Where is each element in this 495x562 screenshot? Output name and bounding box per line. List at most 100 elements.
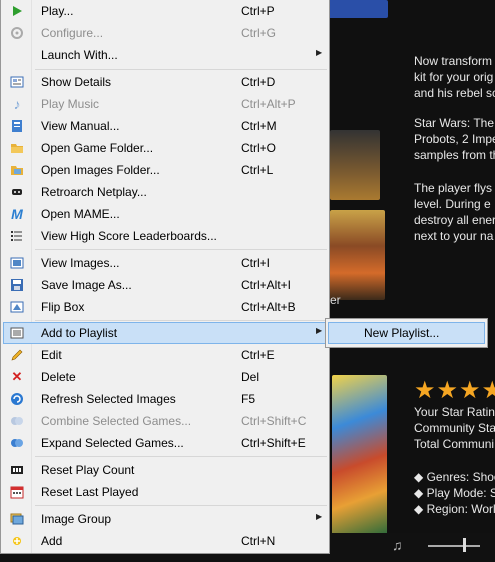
expand-icon <box>9 435 25 451</box>
menu-item-label: Configure... <box>41 26 104 40</box>
menu-item-expand-selected-games[interactable]: Expand Selected Games... Ctrl+Shift+E <box>3 432 328 454</box>
mame-icon: M <box>11 206 23 222</box>
menu-item-reset-play-count[interactable]: Reset Play Count <box>3 459 328 481</box>
menu-item-retroarch-netplay[interactable]: Retroarch Netplay... <box>3 181 328 203</box>
volume-slider-track[interactable] <box>428 545 480 547</box>
play-icon <box>9 3 25 19</box>
playlist-icon <box>9 325 25 341</box>
details-icon <box>9 74 25 90</box>
menu-item-shortcut: Ctrl+D <box>241 75 276 89</box>
submenu-arrow-icon: ▶ <box>316 512 323 521</box>
star-rating[interactable]: ★★★★ <box>414 376 495 405</box>
menu-item-label: Edit <box>41 348 62 362</box>
menu-item-shortcut: Ctrl+Shift+C <box>241 414 307 428</box>
game-metadata-list: ◆ Genres: Shoo ◆ Play Mode: S ◆ Region: … <box>414 470 495 516</box>
game-context-menu: Play... Ctrl+P Configure... Ctrl+G Launc… <box>0 0 330 554</box>
view-images-icon <box>9 255 25 271</box>
menu-item-refresh-selected-images[interactable]: Refresh Selected Images F5 <box>3 388 328 410</box>
menu-item-shortcut: Ctrl+N <box>241 534 276 548</box>
menu-item-launch-with[interactable]: Launch With... ▶ <box>3 44 328 66</box>
menu-item-add-to-playlist[interactable]: Add to Playlist ▶ <box>3 322 328 344</box>
volume-slider-thumb[interactable] <box>463 538 466 552</box>
menu-item-label: Show Details <box>41 75 112 89</box>
menu-item-shortcut: Ctrl+Alt+P <box>241 97 296 111</box>
menu-item-label: Delete <box>41 370 76 384</box>
delete-icon: ✕ <box>11 369 23 384</box>
counter-icon <box>9 462 25 478</box>
menu-separator <box>35 505 327 506</box>
new-playlist-menu-item[interactable]: New Playlist... <box>328 322 485 344</box>
manual-icon <box>9 118 25 134</box>
submenu-arrow-icon: ▶ <box>316 326 323 335</box>
menu-item-label: Open Game Folder... <box>41 141 154 155</box>
menu-item-open-images-folder[interactable]: Open Images Folder... Ctrl+L <box>3 159 328 181</box>
menu-item-shortcut: Ctrl+O <box>241 141 277 155</box>
menu-item-shortcut: Ctrl+E <box>241 348 275 362</box>
menu-item-delete[interactable]: ✕ Delete Del <box>3 366 328 388</box>
game-box-art-orange[interactable] <box>330 210 385 300</box>
menu-item-label: Reset Play Count <box>41 463 135 477</box>
menu-item-label: View Images... <box>41 256 120 270</box>
menu-item-label: Combine Selected Games... <box>41 414 192 428</box>
menu-item-reset-last-played[interactable]: Reset Last Played <box>3 481 328 503</box>
media-bar <box>330 533 495 562</box>
menu-item-label: Open MAME... <box>41 207 120 221</box>
menu-item-label: View High Score Leaderboards... <box>41 229 217 243</box>
menu-item-add[interactable]: Add Ctrl+N <box>3 530 328 552</box>
menu-item-edit[interactable]: Edit Ctrl+E <box>3 344 328 366</box>
menu-item-play-music[interactable]: ♪ Play Music Ctrl+Alt+P <box>3 93 328 115</box>
game-title-fragment: er <box>330 293 341 307</box>
menu-item-shortcut: Ctrl+I <box>241 256 271 270</box>
menu-item-shortcut: Ctrl+P <box>241 4 275 18</box>
menu-item-flip-box[interactable]: Flip Box Ctrl+Alt+B <box>3 296 328 318</box>
description-paragraph-2: Star Wars: The Probots, 2 Impe samples f… <box>414 116 495 162</box>
menu-item-label: Flip Box <box>41 300 85 314</box>
menu-item-label: Play Music <box>41 97 100 111</box>
menu-item-label: New Playlist... <box>364 326 440 340</box>
add-icon <box>9 533 25 549</box>
images-folder-icon <box>9 162 25 178</box>
music-note-icon[interactable]: ♫ <box>392 537 403 553</box>
calendar-icon <box>9 484 25 500</box>
menu-item-shortcut: Ctrl+Shift+E <box>241 436 306 450</box>
music-note-icon: ♪ <box>13 96 21 112</box>
menu-item-play[interactable]: Play... Ctrl+P <box>3 0 328 22</box>
menu-item-configure[interactable]: Configure... Ctrl+G <box>3 22 328 44</box>
menu-item-label: Add <box>41 534 63 548</box>
menu-item-label: Reset Last Played <box>41 485 139 499</box>
menu-item-shortcut: Del <box>241 370 260 384</box>
menu-item-open-mame[interactable]: M Open MAME... <box>3 203 328 225</box>
menu-item-high-score-leaderboards[interactable]: View High Score Leaderboards... <box>3 225 328 247</box>
menu-item-view-images[interactable]: View Images... Ctrl+I <box>3 252 328 274</box>
menu-item-label: View Manual... <box>41 119 120 133</box>
menu-item-shortcut: F5 <box>241 392 256 406</box>
menu-item-label: Save Image As... <box>41 278 132 292</box>
game-box-art-dark[interactable] <box>330 130 380 200</box>
menu-item-view-manual[interactable]: View Manual... Ctrl+M <box>3 115 328 137</box>
menu-item-shortcut: Ctrl+Alt+B <box>241 300 296 314</box>
menu-item-label: Image Group <box>41 512 112 526</box>
netplay-icon <box>9 184 25 200</box>
description-paragraph-3: The player flys level. During e destroy … <box>414 181 495 243</box>
menu-separator <box>35 320 327 321</box>
submenu-arrow-icon: ▶ <box>316 48 323 57</box>
description-paragraph-1: Now transform kit for your orig and his … <box>414 54 495 100</box>
menu-item-label: Play... <box>41 4 74 18</box>
image-group-icon <box>9 511 25 527</box>
menu-item-open-game-folder[interactable]: Open Game Folder... Ctrl+O <box>3 137 328 159</box>
menu-item-label: Expand Selected Games... <box>41 436 184 450</box>
menu-item-combine-selected-games[interactable]: Combine Selected Games... Ctrl+Shift+C <box>3 410 328 432</box>
menu-item-image-group[interactable]: Image Group ▶ <box>3 508 328 530</box>
combine-icon <box>9 413 25 429</box>
folder-icon <box>9 140 25 156</box>
menu-item-shortcut: Ctrl+L <box>241 163 274 177</box>
pencil-icon <box>9 347 25 363</box>
game-box-art-top[interactable] <box>328 0 388 18</box>
menu-item-label: Launch With... <box>41 48 118 62</box>
menu-item-save-image-as[interactable]: Save Image As... Ctrl+Alt+I <box>3 274 328 296</box>
menu-item-show-details[interactable]: Show Details Ctrl+D <box>3 71 328 93</box>
game-box-art-racing[interactable] <box>332 375 387 535</box>
menu-separator <box>35 249 327 250</box>
menu-item-shortcut: Ctrl+Alt+I <box>241 278 292 292</box>
rating-info: Your Star Rating Community Sta Total Com… <box>414 405 495 451</box>
